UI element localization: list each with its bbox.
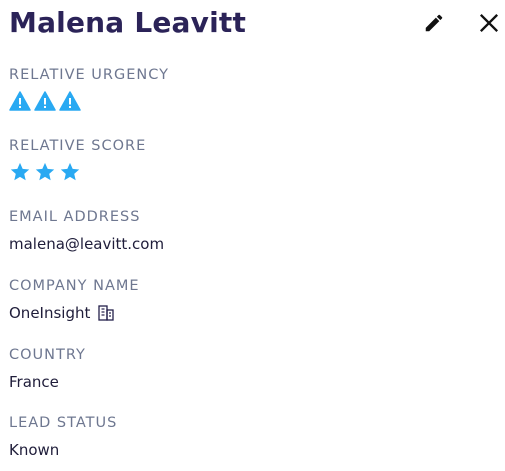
edit-button[interactable] xyxy=(419,9,449,39)
score-label: RELATIVE SCORE xyxy=(9,138,147,154)
warning-triangle-icon xyxy=(34,91,56,111)
score-rating xyxy=(9,162,146,182)
lead-status-field: LEAD STATUS Known xyxy=(9,414,117,460)
lead-status-label: LEAD STATUS xyxy=(9,415,118,431)
urgency-rating xyxy=(9,91,169,111)
country-field: COUNTRY France xyxy=(9,346,86,392)
lead-status-value: Known xyxy=(9,441,60,459)
warning-triangle-icon xyxy=(9,91,31,111)
building-icon[interactable] xyxy=(97,304,115,322)
pencil-icon xyxy=(423,12,445,37)
country-label: COUNTRY xyxy=(9,347,86,363)
urgency-field: RELATIVE URGENCY xyxy=(9,66,169,111)
close-icon xyxy=(478,12,500,37)
email-label: EMAIL ADDRESS xyxy=(9,209,141,225)
contact-name-title: Malena Leavitt xyxy=(9,6,247,39)
close-button[interactable] xyxy=(474,9,504,39)
country-value: France xyxy=(9,373,59,391)
company-text: OneInsight xyxy=(9,304,91,322)
contact-detail-panel: Malena Leavitt RELATIVE URGENCY RELATIVE… xyxy=(0,0,505,471)
company-label: COMPANY NAME xyxy=(9,278,140,294)
email-field: EMAIL ADDRESS malena@leavitt.com xyxy=(9,208,164,254)
warning-triangle-icon xyxy=(59,91,81,111)
company-value: OneInsight xyxy=(9,303,140,323)
star-icon xyxy=(60,162,80,181)
star-icon xyxy=(35,162,55,181)
email-value[interactable]: malena@leavitt.com xyxy=(9,234,164,254)
company-field: COMPANY NAME OneInsight xyxy=(9,277,140,323)
star-icon xyxy=(10,162,30,181)
email-text[interactable]: malena@leavitt.com xyxy=(9,234,164,254)
score-field: RELATIVE SCORE xyxy=(9,137,146,182)
urgency-label: RELATIVE URGENCY xyxy=(9,67,169,83)
